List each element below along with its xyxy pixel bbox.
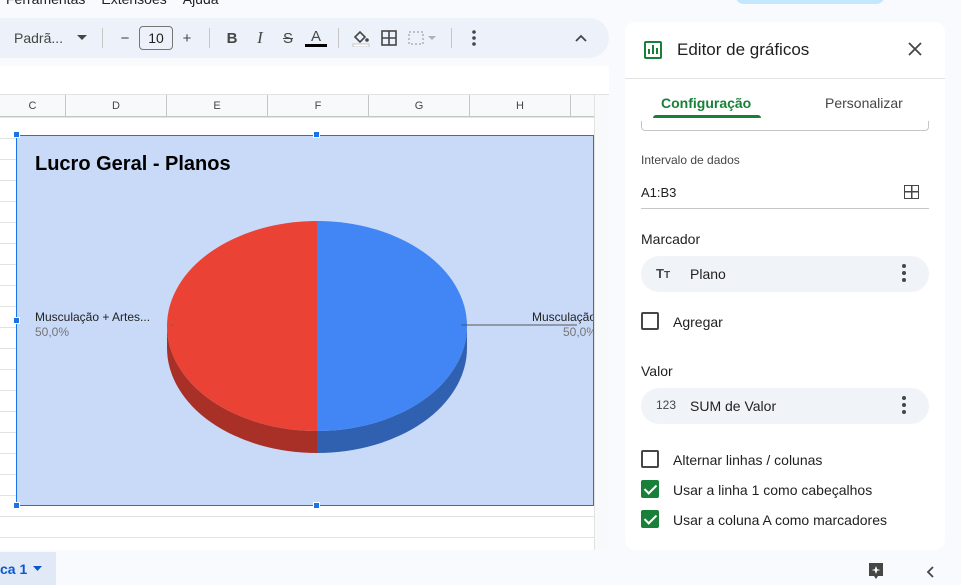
column-header-c[interactable]: C	[0, 95, 66, 117]
editor-title: Editor de gráficos	[677, 40, 810, 59]
dropdown-icon	[77, 35, 88, 40]
divider	[102, 28, 103, 48]
active-tab-indicator	[653, 115, 761, 118]
select-range-icon[interactable]	[904, 185, 919, 199]
formula-bar[interactable]	[0, 66, 609, 95]
value-chip[interactable]: 123 SUM de Valor	[641, 388, 929, 424]
chart-icon	[644, 41, 662, 59]
vertical-scrollbar[interactable]	[594, 95, 609, 550]
menu-bar: Ferramentas Extensões Ajuda	[0, 0, 219, 9]
column-header-d[interactable]: D	[66, 95, 167, 117]
merge-cells-icon[interactable]	[403, 24, 443, 52]
close-icon[interactable]	[908, 38, 922, 60]
fill-color-icon[interactable]	[347, 24, 375, 52]
resize-handle-bottom-left[interactable]	[13, 502, 20, 509]
collapse-toolbar-icon[interactable]	[567, 24, 595, 52]
use-row-1-headers-label: Usar a linha 1 como cabeçalhos	[673, 482, 873, 498]
increase-font-size-button[interactable]: +	[173, 24, 201, 52]
use-column-a-labels-checkbox[interactable]	[641, 510, 659, 528]
more-vert-icon[interactable]	[902, 264, 906, 284]
divider	[641, 208, 929, 209]
menu-ajuda[interactable]: Ajuda	[183, 0, 219, 9]
aggregate-checkbox[interactable]	[641, 312, 659, 330]
more-options-icon[interactable]	[460, 24, 488, 52]
column-header-g[interactable]: G	[369, 95, 470, 117]
divider	[451, 28, 452, 48]
switch-rows-columns-checkbox[interactable]	[641, 450, 659, 468]
use-column-a-labels-label: Usar a coluna A como marcadores	[673, 512, 887, 528]
strikethrough-button[interactable]: S	[274, 24, 302, 52]
chevron-left-icon[interactable]	[926, 562, 934, 583]
italic-button[interactable]: I	[246, 24, 274, 52]
sheet-tab[interactable]: ca 1	[0, 552, 56, 585]
column-header-h[interactable]: H	[470, 95, 571, 117]
slice-value-right: 50,0%	[563, 325, 594, 339]
marker-chip-label: Plano	[690, 266, 726, 282]
resize-handle-top[interactable]	[313, 131, 320, 138]
chart-editor-panel: Editor de gráficos Configuração Personal…	[625, 22, 945, 550]
column-header-e[interactable]: E	[167, 95, 268, 117]
editor-tabs: Configuração Personalizar	[625, 80, 945, 120]
bold-button[interactable]: B	[218, 24, 246, 52]
font-size-input[interactable]: 10	[139, 26, 173, 50]
menu-extensoes[interactable]: Extensões	[101, 0, 166, 9]
switch-rows-columns-label: Alternar linhas / colunas	[673, 452, 823, 468]
tab-personalizar[interactable]: Personalizar	[825, 95, 903, 111]
dropdown-icon	[33, 566, 43, 571]
aggregate-label: Agregar	[673, 314, 723, 330]
editor-header: Editor de gráficos	[625, 22, 945, 79]
text-color-button[interactable]: A	[302, 24, 330, 52]
value-section-title: Valor	[641, 363, 673, 379]
value-chip-label: SUM de Valor	[690, 398, 777, 414]
column-header-f[interactable]: F	[268, 95, 369, 117]
pie-chart[interactable]: Lucro Geral - Planos Musculação + Artes.…	[16, 135, 594, 506]
share-button[interactable]	[735, 0, 885, 4]
marker-section-title: Marcador	[641, 231, 701, 247]
divider	[338, 28, 339, 48]
divider	[209, 28, 210, 48]
text-color-letter: A	[310, 27, 321, 45]
sheet-tab-label: ca 1	[0, 560, 28, 577]
data-range-input[interactable]: A1:B3	[641, 185, 676, 200]
number-type-icon: 123	[656, 398, 677, 412]
slice-value-left: 50,0%	[35, 325, 70, 339]
data-range-label: Intervalo de dados	[641, 153, 740, 167]
resize-handle-top-left[interactable]	[13, 131, 20, 138]
text-type-icon: TT	[656, 266, 671, 281]
resize-handle-bottom[interactable]	[313, 502, 320, 509]
slice-label-right: Musculação	[532, 310, 594, 324]
toolbar: Padrã... − 10 + B I S A	[0, 18, 609, 58]
tab-configuracao[interactable]: Configuração	[661, 95, 751, 111]
more-vert-icon[interactable]	[902, 396, 906, 416]
decrease-font-size-button[interactable]: −	[111, 24, 139, 52]
font-family-select[interactable]: Padrã...	[14, 30, 94, 46]
menu-ferramentas[interactable]: Ferramentas	[6, 0, 85, 9]
marker-chip[interactable]: TT Plano	[641, 256, 929, 292]
borders-icon[interactable]	[375, 24, 403, 52]
chart-type-select[interactable]	[641, 121, 929, 131]
use-row-1-headers-checkbox[interactable]	[641, 480, 659, 498]
resize-handle-left[interactable]	[13, 317, 20, 324]
slice-label-left: Musculação + Artes...	[35, 310, 151, 324]
font-family-value: Padrã...	[14, 30, 64, 46]
explore-icon[interactable]	[866, 561, 886, 581]
column-headers: C D E F G H	[0, 95, 609, 117]
text-color-bar	[305, 43, 327, 47]
